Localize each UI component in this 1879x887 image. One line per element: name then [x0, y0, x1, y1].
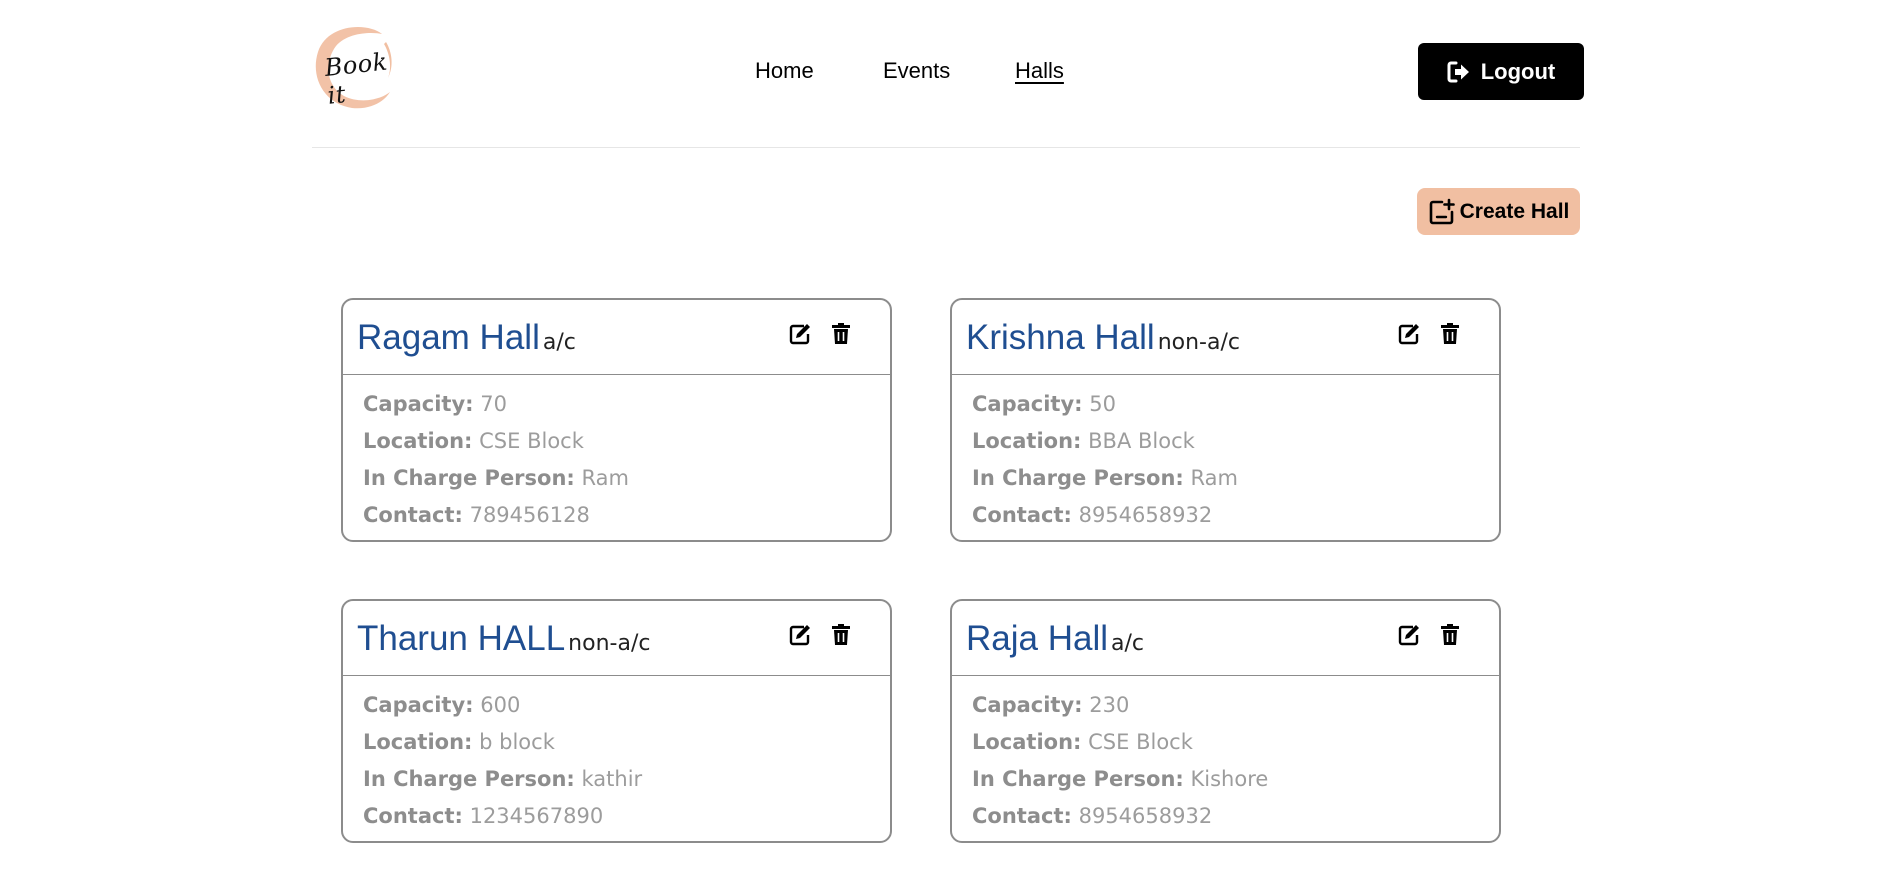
trash-icon[interactable] — [1436, 621, 1464, 649]
hall-name-wrap: Ragam Hall a/c — [357, 318, 576, 358]
contact-row: Contact: 8954658932 — [972, 798, 1499, 835]
in-charge-row: In Charge Person: Kishore — [972, 761, 1499, 798]
capacity-label: Capacity: — [972, 392, 1083, 416]
nav-events[interactable]: Events — [883, 58, 950, 84]
hall-name: Krishna Hall — [966, 318, 1155, 357]
hall-name: Ragam Hall — [357, 318, 540, 357]
in-charge-label: In Charge Person: — [363, 466, 575, 490]
hall-card-header: Ragam Hall a/c — [343, 300, 890, 375]
edit-icon[interactable] — [786, 621, 814, 649]
nav-home[interactable]: Home — [755, 58, 814, 84]
hall-type: a/c — [1111, 631, 1144, 656]
capacity-label: Capacity: — [972, 693, 1083, 717]
hall-name-wrap: Tharun HALL non-a/c — [357, 619, 650, 659]
hall-name-wrap: Krishna Hall non-a/c — [966, 318, 1240, 358]
hall-card-body: Capacity: 230 Location: CSE Block In Cha… — [952, 676, 1499, 835]
contact-value: 789456128 — [469, 503, 590, 527]
in-charge-value: kathir — [581, 767, 643, 791]
capacity-row: Capacity: 600 — [363, 687, 890, 724]
contact-value: 1234567890 — [469, 804, 604, 828]
create-hall-label: Create Hall — [1459, 199, 1570, 223]
location-value: b block — [479, 730, 555, 754]
create-hall-button[interactable]: Create Hall — [1417, 188, 1580, 235]
in-charge-row: In Charge Person: Ram — [363, 460, 890, 497]
sign-out-icon — [1447, 61, 1469, 82]
capacity-label: Capacity: — [363, 693, 474, 717]
location-row: Location: CSE Block — [972, 724, 1499, 761]
hall-card: Raja Hall a/c Capacity: 230 Location: CSE… — [950, 599, 1501, 843]
contact-label: Contact: — [972, 503, 1072, 527]
contact-value: 8954658932 — [1078, 503, 1213, 527]
capacity-row: Capacity: 50 — [972, 386, 1499, 423]
capacity-row: Capacity: 70 — [363, 386, 890, 423]
logout-button[interactable]: Logout — [1418, 43, 1584, 100]
capacity-label: Capacity: — [363, 392, 474, 416]
logout-label: Logout — [1480, 58, 1556, 84]
hall-name: Raja Hall — [966, 619, 1108, 658]
trash-icon[interactable] — [827, 320, 855, 348]
trash-icon[interactable] — [1436, 320, 1464, 348]
in-charge-value: Kishore — [1190, 767, 1269, 791]
capacity-value: 70 — [480, 392, 507, 416]
hall-card: Krishna Hall non-a/c Capacity: 50 Locatio… — [950, 298, 1501, 542]
hall-card: Ragam Hall a/c Capacity: 70 Location: CSE… — [341, 298, 892, 542]
contact-row: Contact: 789456128 — [363, 497, 890, 534]
location-row: Location: CSE Block — [363, 423, 890, 460]
location-label: Location: — [972, 730, 1082, 754]
capacity-value: 230 — [1089, 693, 1130, 717]
hall-type: non-a/c — [568, 631, 651, 656]
contact-label: Contact: — [363, 804, 463, 828]
capacity-value: 600 — [480, 693, 521, 717]
site-header: Book it Home Events Halls Logout — [312, 22, 1584, 126]
contact-value: 8954658932 — [1078, 804, 1213, 828]
hall-card-header: Tharun HALL non-a/c — [343, 601, 890, 676]
logo[interactable]: Book it — [312, 22, 402, 112]
hall-card-header: Raja Hall a/c — [952, 601, 1499, 676]
location-value: BBA Block — [1088, 429, 1195, 453]
header-divider — [312, 147, 1580, 148]
in-charge-row: In Charge Person: Ram — [972, 460, 1499, 497]
location-label: Location: — [363, 730, 473, 754]
hall-card-body: Capacity: 70 Location: CSE Block In Char… — [343, 375, 890, 534]
hall-card-body: Capacity: 600 Location: b block In Charg… — [343, 676, 890, 835]
in-charge-value: Ram — [581, 466, 629, 490]
location-row: Location: BBA Block — [972, 423, 1499, 460]
edit-icon[interactable] — [1395, 320, 1423, 348]
hall-type: a/c — [542, 330, 576, 355]
contact-label: Contact: — [363, 503, 463, 527]
location-value: CSE Block — [1088, 730, 1193, 754]
capacity-value: 50 — [1089, 392, 1116, 416]
contact-row: Contact: 8954658932 — [972, 497, 1499, 534]
nav-halls[interactable]: Halls — [1015, 58, 1064, 84]
in-charge-value: Ram — [1190, 466, 1238, 490]
hall-card-body: Capacity: 50 Location: BBA Block In Char… — [952, 375, 1499, 534]
edit-icon[interactable] — [786, 320, 814, 348]
contact-row: Contact: 1234567890 — [363, 798, 890, 835]
add-square-icon — [1429, 198, 1455, 224]
capacity-row: Capacity: 230 — [972, 687, 1499, 724]
hall-name: Tharun HALL — [357, 619, 566, 658]
hall-card: Tharun HALL non-a/c Capacity: 600 Locatio… — [341, 599, 892, 843]
contact-label: Contact: — [972, 804, 1072, 828]
location-row: Location: b block — [363, 724, 890, 761]
in-charge-label: In Charge Person: — [972, 767, 1184, 791]
hall-name-wrap: Raja Hall a/c — [966, 619, 1144, 659]
logo-text: Book it — [323, 47, 389, 110]
location-value: CSE Block — [479, 429, 584, 453]
location-label: Location: — [363, 429, 473, 453]
hall-card-header: Krishna Hall non-a/c — [952, 300, 1499, 375]
in-charge-label: In Charge Person: — [363, 767, 575, 791]
edit-icon[interactable] — [1395, 621, 1423, 649]
in-charge-row: In Charge Person: kathir — [363, 761, 890, 798]
hall-type: non-a/c — [1157, 330, 1240, 355]
trash-icon[interactable] — [827, 621, 855, 649]
location-label: Location: — [972, 429, 1082, 453]
in-charge-label: In Charge Person: — [972, 466, 1184, 490]
